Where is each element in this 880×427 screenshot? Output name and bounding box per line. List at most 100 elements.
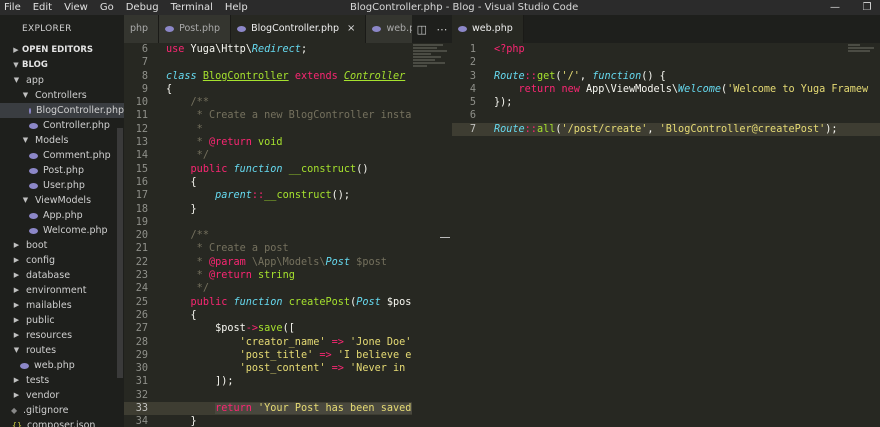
chevron-down-icon: ▼ <box>22 136 29 144</box>
minimize-icon[interactable]: — <box>830 0 840 15</box>
editor-tab[interactable]: BlogController.php × <box>231 15 367 43</box>
code-line[interactable]: 7 Route::all('/post/create', 'BlogControl… <box>452 122 880 137</box>
chevron-down-icon: ▼ <box>13 76 20 84</box>
code-line[interactable]: 23 * @return string <box>124 269 412 282</box>
sidebar-scrollbar[interactable] <box>117 128 123 378</box>
code-line[interactable]: 11 * Create a new BlogController instanc… <box>124 109 412 122</box>
tree-item[interactable]: ▶ resources <box>0 328 124 343</box>
tree-item[interactable]: ▶ mailables <box>0 298 124 313</box>
code-line[interactable]: 31 ]); <box>124 375 412 388</box>
open-editors-section[interactable]: ▶ OPEN EDITORS <box>0 43 124 58</box>
menu-item-file[interactable]: File <box>0 0 27 15</box>
code-line[interactable]: 34 } <box>124 415 412 427</box>
split-editor-icon[interactable]: ◫ <box>417 23 427 36</box>
code-line[interactable]: 19 <box>124 216 412 229</box>
code-editor-right[interactable]: 1 <?php 2 3 Route::get('/', function() {4 re… <box>452 43 880 427</box>
chevron-right-icon: ▶ <box>13 316 20 324</box>
code-line[interactable]: 8 class BlogController extends Controller <box>124 70 412 83</box>
code-line[interactable]: 15 public function __construct() <box>124 163 412 176</box>
project-section[interactable]: ▼ BLOG <box>0 58 124 73</box>
code-line[interactable]: 21 * Create a post <box>124 242 412 255</box>
code-line[interactable]: 5}); <box>452 96 880 109</box>
explorer-sidebar: EXPLORER ▶ OPEN EDITORS ▼ BLOG ▼ app ▼ Cont… <box>0 15 124 427</box>
menu-item-edit[interactable]: Edit <box>27 0 58 15</box>
code-line[interactable]: 22 * @param \App\Models\Post $post <box>124 256 412 269</box>
tree-item[interactable]: ▶ environment <box>0 283 124 298</box>
code-line[interactable]: 7 <box>124 56 412 69</box>
tree-item[interactable]: App.php <box>0 208 124 223</box>
tree-item[interactable]: ▼ ViewModels <box>0 193 124 208</box>
tree-item[interactable]: Welcome.php <box>0 223 124 238</box>
tree-item[interactable]: Controller.php <box>0 118 124 133</box>
code-line[interactable]: 33 return 'Your Post has been saved'; <box>124 402 412 416</box>
code-line[interactable]: 3 Route::get('/', function() { <box>452 70 880 83</box>
code-line[interactable]: 6 use Yuga\Http\Redirect; <box>124 43 412 56</box>
code-line[interactable]: 27 $post->save([ <box>124 322 412 335</box>
code-line[interactable]: 13 * @return void <box>124 136 412 149</box>
code-line[interactable]: 14 */ <box>124 149 412 162</box>
editor-tab[interactable]: php <box>124 15 160 43</box>
line-number: 9 <box>141 83 148 95</box>
code-line[interactable]: 4 return new App\ViewModels\Welcome('Wel… <box>452 83 880 96</box>
tree-item[interactable]: ▶ public <box>0 313 124 328</box>
tree-item[interactable]: User.php <box>0 178 124 193</box>
tree-item[interactable]: Post.php <box>0 163 124 178</box>
code-text: <?php <box>494 44 525 55</box>
line-number: 6 <box>141 44 148 55</box>
code-line[interactable]: 29 'post_title' => 'I believe ever <box>124 349 412 362</box>
tree-item[interactable]: ▼ Models <box>0 133 124 148</box>
minimap-left[interactable] <box>413 43 451 83</box>
tree-item[interactable]: ▼ routes <box>0 343 124 358</box>
tree-item[interactable]: {} composer.json <box>0 418 124 427</box>
json-file-icon: {} <box>11 421 23 427</box>
code-line[interactable]: 20 /** <box>124 229 412 242</box>
code-line[interactable]: 12 * <box>124 123 412 136</box>
code-line[interactable]: 9{ <box>124 83 412 96</box>
code-line[interactable]: 26 { <box>124 309 412 322</box>
line-number: 22 <box>135 256 148 268</box>
close-icon[interactable]: × <box>347 15 355 43</box>
tree-item[interactable]: ▼ app <box>0 73 124 88</box>
code-line[interactable]: 1 <?php <box>452 43 880 56</box>
code-line[interactable]: 17 parent::__construct(); <box>124 189 412 202</box>
menu-item-terminal[interactable]: Terminal <box>165 0 219 15</box>
minimap-right[interactable] <box>848 43 878 55</box>
menu-item-go[interactable]: Go <box>94 0 120 15</box>
tree-item[interactable]: ▶ vendor <box>0 388 124 403</box>
tree-item[interactable]: ▶ database <box>0 268 124 283</box>
editor-tab[interactable]: web.ph <box>366 15 412 43</box>
code-line[interactable]: 2 <box>452 56 880 69</box>
code-line[interactable]: 16 { <box>124 176 412 189</box>
code-text: use Yuga\Http\Redirect; <box>166 44 308 55</box>
tree-item[interactable]: ◆ .gitignore <box>0 403 124 418</box>
editor-tab[interactable]: Post.php <box>159 15 232 43</box>
code-line[interactable]: 24 */ <box>124 282 412 295</box>
more-actions-icon[interactable]: ⋯ <box>436 23 447 36</box>
tree-item[interactable]: ▶ boot <box>0 238 124 253</box>
code-line[interactable]: 30 'post_content' => 'Never in all <box>124 362 412 375</box>
code-line[interactable]: 25 public function createPost(Post $post… <box>124 296 412 309</box>
tree-item[interactable]: ▶ tests <box>0 373 124 388</box>
menu-item-debug[interactable]: Debug <box>120 0 165 15</box>
code-editor-left[interactable]: 6 use Yuga\Http\Redirect; 7 8 class BlogCont… <box>124 43 412 427</box>
menu-item-view[interactable]: View <box>58 0 94 15</box>
code-line[interactable]: 10 /** <box>124 96 412 109</box>
tree-item[interactable]: ▼ Controllers <box>0 88 124 103</box>
tree-item[interactable]: web.php <box>0 358 124 373</box>
tree-item[interactable]: ▶ config <box>0 253 124 268</box>
editor-group-right: web.php 1 <?php 2 3 Route::get('/', function… <box>452 15 880 427</box>
tree-item-label: composer.json <box>27 420 96 427</box>
code-line[interactable]: 6 <box>452 109 880 122</box>
tree-item[interactable]: BlogController.php <box>0 103 124 118</box>
line-number: 26 <box>135 309 148 321</box>
editor-tab[interactable]: web.php <box>452 15 524 43</box>
tree-item[interactable]: Comment.php <box>0 148 124 163</box>
code-line[interactable]: 32 <box>124 389 412 402</box>
restore-icon[interactable]: ❐ <box>862 0 872 15</box>
code-line[interactable]: 28 'creator_name' => 'Jone Doe', <box>124 336 412 349</box>
tab-bar-right: web.php <box>452 15 880 43</box>
menu-item-help[interactable]: Help <box>219 0 254 15</box>
code-line[interactable]: 18 } <box>124 203 412 216</box>
